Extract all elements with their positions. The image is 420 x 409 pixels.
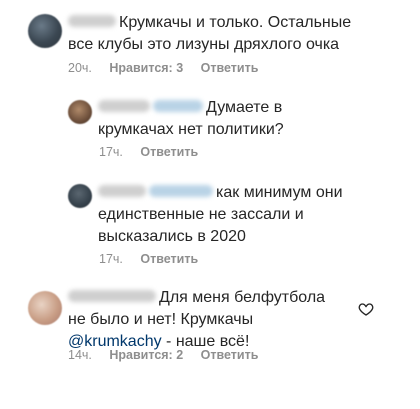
- timestamp: 17ч.: [99, 145, 123, 159]
- comment-meta: 14ч. Нравится: 2 Ответить: [68, 348, 272, 362]
- username-blurred[interactable]: [98, 99, 150, 112]
- avatar[interactable]: [28, 291, 62, 325]
- timestamp: 17ч.: [99, 252, 123, 266]
- reply-button[interactable]: Ответить: [201, 348, 259, 362]
- comment-text: Для меня белфутбола не было и нет! Крумк…: [68, 289, 326, 350]
- comment-meta: 17ч. Ответить: [99, 145, 212, 159]
- reply-button[interactable]: Ответить: [140, 145, 198, 159]
- avatar[interactable]: [28, 14, 62, 48]
- mention-blurred[interactable]: [149, 184, 213, 197]
- heart-outline-icon[interactable]: [358, 301, 374, 317]
- likes-count[interactable]: Нравится: 2: [109, 348, 183, 362]
- timestamp: 20ч.: [68, 61, 92, 75]
- username-blurred[interactable]: [68, 289, 156, 302]
- reply-button[interactable]: Ответить: [140, 252, 198, 266]
- comment-meta: 20ч. Нравится: 3 Ответить: [68, 61, 272, 75]
- likes-count[interactable]: Нравится: 3: [109, 61, 183, 75]
- mention-blurred[interactable]: [153, 99, 203, 112]
- comment-meta: 17ч. Ответить: [99, 252, 212, 266]
- reply-button[interactable]: Ответить: [201, 61, 259, 75]
- avatar[interactable]: [68, 184, 92, 208]
- username-blurred[interactable]: [98, 184, 146, 197]
- avatar[interactable]: [68, 100, 92, 124]
- username-blurred[interactable]: [68, 14, 116, 27]
- comment-text: Думаете в крумкачах нет политики?: [98, 99, 284, 138]
- timestamp: 14ч.: [68, 348, 92, 362]
- comment-text: Крумкачы и только. Остальные все клубы э…: [68, 14, 352, 53]
- comment-text: как минимум они единственные не зассали …: [98, 184, 343, 245]
